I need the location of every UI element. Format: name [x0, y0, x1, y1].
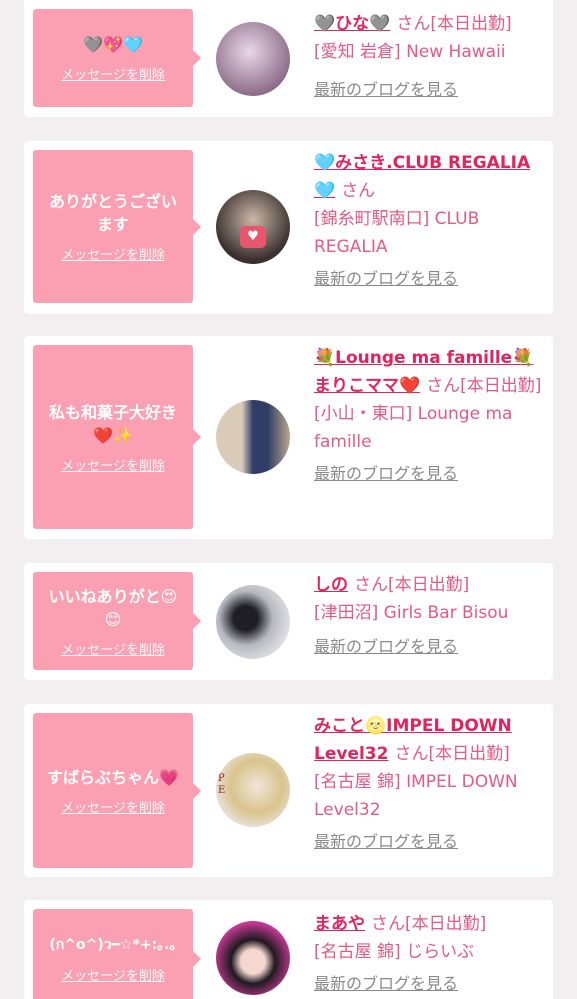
status-label: [本日出勤] [460, 376, 542, 396]
avatar[interactable] [216, 22, 290, 96]
shop-name: [錦糸町駅南口] CLUB REGALIA [314, 209, 480, 257]
user-name-link[interactable]: 🩶ひな🩶 [314, 14, 390, 34]
heart-sticker-icon: ♥ [240, 226, 266, 248]
user-name-link[interactable]: しの [314, 575, 348, 595]
message-bubble: (ก^o^)ว━☆*+:｡.｡ メッセージを削除 [33, 909, 201, 999]
blog-link[interactable]: 最新のブログを見る [314, 460, 458, 488]
message-card: ありがとうございます メッセージを削除 ♥ 🩵みさき.CLUB REGALIA🩵… [24, 141, 553, 314]
message-card: (ก^o^)ว━☆*+:｡.｡ メッセージを削除 まあや さん[本日出勤] [名古… [24, 900, 553, 999]
avatar[interactable]: P E [216, 753, 290, 827]
message-text: (ก^o^)ว━☆*+:｡.｡ [49, 937, 177, 953]
status-label: [本日出勤] [388, 575, 470, 595]
blog-link[interactable]: 最新のブログを見る [314, 76, 458, 104]
profile-info: 💐Lounge ma famille💐まりこママ❤️ さん[本日出勤] [小山・東… [314, 344, 546, 488]
avatar[interactable]: ♥ [216, 190, 290, 264]
message-card: いいねありがと😍😊 メッセージを削除 しの さん[本日出勤] [津田沼] Girl… [24, 563, 553, 680]
avatar-text-overlay: P E [218, 773, 226, 796]
honorific: さん [396, 14, 431, 34]
shop-name: [名古屋 錦] じらいぶ [314, 942, 475, 962]
message-bubble: ありがとうございます メッセージを削除 [33, 150, 201, 303]
message-text: ありがとうございます [48, 192, 177, 234]
blog-link[interactable]: 最新のブログを見る [314, 265, 458, 293]
avatar[interactable] [216, 400, 290, 474]
message-bubble: 🩶💖🩵 メッセージを削除 [33, 9, 201, 107]
profile-info: しの さん[本日出勤] [津田沼] Girls Bar Bisou 最新のブログを… [314, 571, 546, 661]
user-name-link[interactable]: まあや [314, 914, 365, 934]
profile-info: みこと🌝IMPEL DOWN Level32 さん[本日出勤] [名古屋 錦] I… [314, 712, 546, 856]
message-text: 🩶💖🩵 [83, 35, 143, 54]
avatar[interactable] [216, 921, 290, 995]
status-label: [本日出勤] [430, 14, 512, 34]
delete-message-link[interactable]: メッセージを削除 [61, 639, 165, 658]
profile-info: まあや さん[本日出勤] [名古屋 錦] じらいぶ 最新のブログを見る [314, 910, 546, 998]
message-bubble: 私も和菓子大好き❤️✨ メッセージを削除 [33, 345, 201, 529]
delete-message-link[interactable]: メッセージを削除 [61, 64, 165, 83]
shop-name: [愛知 岩倉] New Hawaii [314, 42, 506, 62]
avatar[interactable] [216, 585, 290, 659]
delete-message-link[interactable]: メッセージを削除 [61, 244, 165, 263]
profile-info: 🩵みさき.CLUB REGALIA🩵 さん [錦糸町駅南口] CLUB REGAL… [314, 149, 546, 293]
message-text: いいねありがと😍😊 [48, 586, 178, 629]
blog-link[interactable]: 最新のブログを見る [314, 970, 458, 998]
message-text: 私も和菓子大好き❤️✨ [48, 402, 177, 445]
blog-link[interactable]: 最新のブログを見る [314, 633, 458, 661]
blog-link[interactable]: 最新のブログを見る [314, 828, 458, 856]
status-label: [本日出勤] [428, 744, 510, 764]
delete-message-link[interactable]: メッセージを削除 [61, 797, 165, 816]
message-bubble: すばらぶちゃん💗 メッセージを削除 [33, 713, 201, 868]
honorific: さん [354, 575, 388, 595]
profile-info: 🩶ひな🩶 さん[本日出勤] [愛知 岩倉] New Hawaii 最新のブログを見… [314, 10, 546, 104]
shop-name: [津田沼] Girls Bar Bisou [314, 603, 509, 623]
message-card: 🩶💖🩵 メッセージを削除 🩶ひな🩶 さん[本日出勤] [愛知 岩倉] New Ha… [24, 0, 553, 117]
message-card: すばらぶちゃん💗 メッセージを削除 P E みこと🌝IMPEL DOWN Lev… [24, 704, 553, 877]
delete-message-link[interactable]: メッセージを削除 [61, 965, 165, 984]
message-card: 私も和菓子大好き❤️✨ メッセージを削除 💐Lounge ma famille💐… [24, 336, 553, 539]
honorific: さん [426, 376, 461, 396]
shop-name: [名古屋 錦] IMPEL DOWN Level32 [314, 772, 518, 820]
status-label: [本日出勤] [405, 914, 487, 934]
message-text: すばらぶちゃん💗 [46, 767, 180, 787]
shop-name: [小山・東口] Lounge ma famille [314, 404, 513, 452]
honorific: さん [341, 181, 376, 201]
honorific: さん [394, 744, 429, 764]
delete-message-link[interactable]: メッセージを削除 [61, 455, 165, 474]
message-bubble: いいねありがと😍😊 メッセージを削除 [33, 572, 201, 670]
honorific: さん [371, 914, 405, 934]
